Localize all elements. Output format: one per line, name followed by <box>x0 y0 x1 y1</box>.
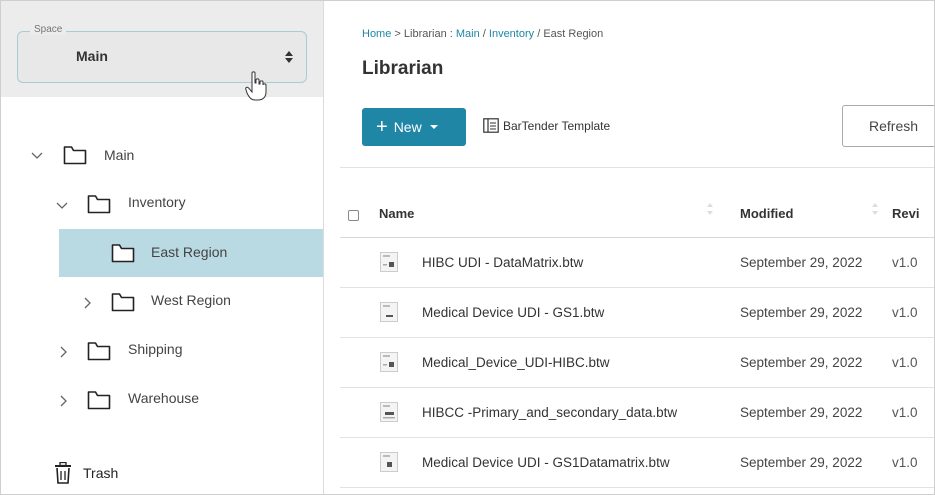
folder-icon <box>63 146 87 165</box>
trash-label: Trash <box>83 465 119 481</box>
tree-item-main[interactable]: Main <box>1 131 323 179</box>
tree-item-inventory[interactable]: Inventory <box>1 181 323 229</box>
file-modified: September 29, 2022 <box>740 355 863 370</box>
table-row[interactable]: Medical_Device_UDI-HIBC.btw September 29… <box>340 338 934 388</box>
table-header: Name Modified Revi <box>340 167 934 238</box>
chevron-right-icon[interactable] <box>81 297 93 309</box>
breadcrumb-librarian: Librarian <box>403 28 447 40</box>
file-modified: September 29, 2022 <box>740 405 863 420</box>
file-icon <box>380 452 398 472</box>
folder-icon <box>87 391 111 410</box>
breadcrumb-separator: / <box>534 28 544 40</box>
breadcrumb-main[interactable]: Main <box>456 28 480 40</box>
tree-item-label: Warehouse <box>128 390 200 406</box>
dropdown-arrow-icon <box>429 125 438 129</box>
sort-icon[interactable] <box>706 202 714 216</box>
sidebar: Space Main Main Inventory East Region We… <box>1 1 324 494</box>
file-name[interactable]: Medical_Device_UDI-HIBC.btw <box>422 355 610 370</box>
bartender-template-label: BarTender Template <box>503 118 611 133</box>
hand-cursor-icon <box>245 71 267 101</box>
tree-item-east-region[interactable]: East Region <box>59 229 323 277</box>
refresh-button[interactable]: Refresh <box>842 105 934 147</box>
file-revision: v1.0 <box>892 405 918 420</box>
trash-item[interactable]: Trash <box>1 449 323 494</box>
tree-item-label: West Region <box>151 292 231 308</box>
chevron-right-icon[interactable] <box>57 395 69 407</box>
tree-item-west-region[interactable]: West Region <box>1 279 323 327</box>
file-name[interactable]: Medical Device UDI - GS1Datamatrix.btw <box>422 455 670 470</box>
refresh-label: Refresh <box>869 118 919 134</box>
breadcrumb-east-region: East Region <box>543 28 604 40</box>
breadcrumb-inventory[interactable]: Inventory <box>489 28 534 40</box>
folder-icon <box>87 195 111 214</box>
tree-item-label: Shipping <box>128 341 183 357</box>
tree-item-label: Main <box>104 147 135 163</box>
file-modified: September 29, 2022 <box>740 255 863 270</box>
file-revision: v1.0 <box>892 355 918 370</box>
file-icon <box>380 352 398 372</box>
file-name[interactable]: HIBCC -Primary_and_secondary_data.btw <box>422 405 677 420</box>
tree-item-label: East Region <box>151 244 228 260</box>
breadcrumb-separator: > <box>391 28 404 40</box>
select-all-checkbox[interactable] <box>348 210 359 221</box>
space-value: Main <box>76 48 108 64</box>
file-revision: v1.0 <box>892 455 918 470</box>
folder-icon <box>111 293 135 312</box>
column-header-modified[interactable]: Modified <box>740 206 793 221</box>
folder-icon <box>87 342 111 361</box>
file-icon <box>380 402 398 422</box>
column-header-revision[interactable]: Revi <box>892 206 919 221</box>
tree-item-label: Inventory <box>128 194 186 210</box>
file-revision: v1.0 <box>892 305 918 320</box>
file-modified: September 29, 2022 <box>740 455 863 470</box>
bartender-template-button[interactable]: BarTender Template <box>483 118 610 133</box>
chevron-right-icon[interactable] <box>57 346 69 358</box>
file-revision: v1.0 <box>892 255 918 270</box>
chevron-down-icon[interactable] <box>31 149 43 161</box>
file-name[interactable]: Medical Device UDI - GS1.btw <box>422 305 604 320</box>
table-row[interactable]: Medical Device UDI - GS1.btw September 2… <box>340 288 934 338</box>
file-icon <box>380 302 398 322</box>
space-selector-area: Space Main <box>1 1 323 101</box>
file-icon <box>380 252 398 272</box>
up-down-caret-icon <box>285 51 293 63</box>
table-row[interactable]: HIBC UDI - DataMatrix.btw September 29, … <box>340 238 934 288</box>
new-button-label: New <box>393 119 422 135</box>
file-modified: September 29, 2022 <box>740 305 863 320</box>
new-button[interactable]: + New <box>362 108 466 146</box>
breadcrumb-separator: : <box>446 28 456 40</box>
breadcrumb-home[interactable]: Home <box>362 28 391 40</box>
tree-item-warehouse[interactable]: Warehouse <box>1 377 323 425</box>
folder-icon <box>111 244 135 263</box>
tree-item-shipping[interactable]: Shipping <box>1 328 323 376</box>
table-row[interactable]: Medical Device UDI - GS1Datamatrix.btw S… <box>340 438 934 488</box>
column-header-name[interactable]: Name <box>379 206 414 221</box>
trash-icon <box>55 462 71 484</box>
table-row[interactable]: HIBCC -Primary_and_secondary_data.btw Se… <box>340 388 934 438</box>
app-window: Space Main Main Inventory East Region We… <box>0 0 935 495</box>
file-name[interactable]: HIBC UDI - DataMatrix.btw <box>422 255 583 270</box>
page-title: Librarian <box>362 58 444 79</box>
space-legend: Space <box>30 24 67 35</box>
breadcrumb: Home > Librarian : Main / Inventory / Ea… <box>362 28 603 40</box>
sort-icon[interactable] <box>871 202 879 216</box>
plus-icon: + <box>376 116 388 138</box>
chevron-down-icon[interactable] <box>56 199 68 211</box>
main-panel: Home > Librarian : Main / Inventory / Ea… <box>324 1 934 494</box>
breadcrumb-separator: / <box>479 28 489 40</box>
template-icon <box>483 118 499 133</box>
